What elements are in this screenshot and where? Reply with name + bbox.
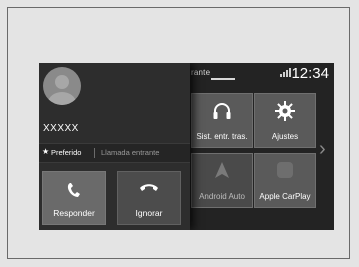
answer-button[interactable]: Responder xyxy=(42,171,106,225)
phone-answer-icon xyxy=(65,181,83,204)
status-bar: rante 12:34 xyxy=(189,63,334,85)
star-icon: ★ xyxy=(42,147,50,156)
tile-label: Apple CarPlay xyxy=(259,192,311,201)
tile-apple-carplay[interactable]: Apple CarPlay xyxy=(254,153,316,208)
incoming-ticker: rante xyxy=(191,68,211,77)
carplay-icon xyxy=(275,160,295,185)
caller-name: XXXXX xyxy=(43,123,79,134)
tile-label: Ajustes xyxy=(271,132,299,141)
tile-label: Sist. entr. tras. xyxy=(196,132,248,141)
favorite-label: Preferido xyxy=(51,148,82,157)
tile-android-auto[interactable]: Android Auto xyxy=(191,153,253,208)
phone-hangup-icon xyxy=(139,181,159,200)
chevron-right-icon[interactable]: › xyxy=(319,138,326,161)
incoming-call-card: XXXXX ★ Preferido Llamada entrante Respo… xyxy=(39,63,190,230)
ignore-label: Ignorar xyxy=(135,208,163,218)
android-auto-icon xyxy=(212,160,232,185)
figure-frame: rante 12:34 Sist. entr. tras. Ajustes An… xyxy=(7,7,350,259)
call-meta-row: ★ Preferido Llamada entrante xyxy=(39,143,190,163)
divider xyxy=(94,148,95,158)
incoming-call-label: Llamada entrante xyxy=(101,148,160,157)
tile-label: Android Auto xyxy=(199,192,245,201)
tile-settings[interactable]: Ajustes xyxy=(254,93,316,148)
clock: 12:34 xyxy=(291,65,329,82)
headphones-icon xyxy=(211,100,233,127)
ignore-button[interactable]: Ignorar xyxy=(117,171,181,225)
head-unit-screen: rante 12:34 Sist. entr. tras. Ajustes An… xyxy=(39,63,334,230)
tile-rear-entertainment[interactable]: Sist. entr. tras. xyxy=(191,93,253,148)
answer-label: Responder xyxy=(53,208,95,218)
avatar xyxy=(43,67,81,105)
ticker-underline xyxy=(211,78,235,80)
gear-icon xyxy=(274,100,296,127)
